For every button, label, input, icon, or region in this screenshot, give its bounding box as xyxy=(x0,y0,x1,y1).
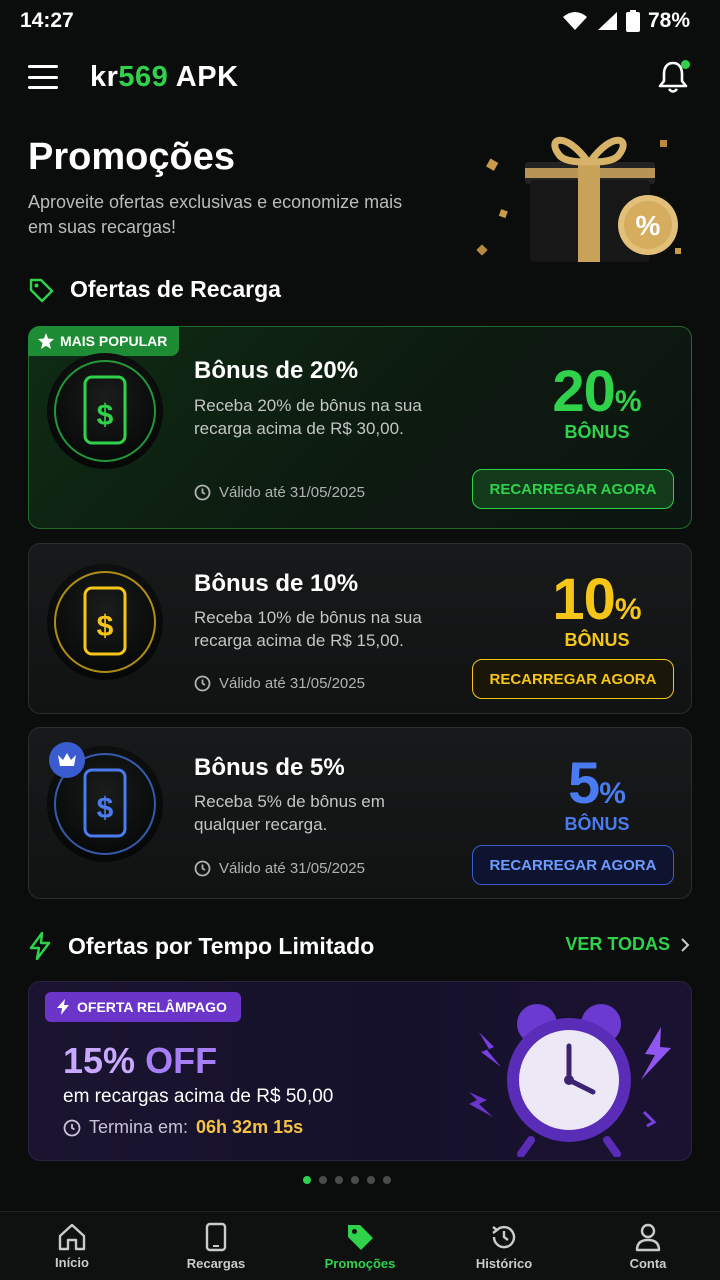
carousel-dot[interactable] xyxy=(319,1176,327,1184)
bonus-label: BÔNUS xyxy=(564,630,630,650)
bonus-label: BÔNUS xyxy=(564,814,630,834)
popular-badge: MAIS POPULAR xyxy=(28,326,180,356)
home-icon xyxy=(58,1223,86,1250)
offer-card-10: $ Bônus de 10% Receba 10% de bônus na su… xyxy=(28,543,692,714)
brand-suffix: APK xyxy=(168,60,239,93)
limited-offers-heading: Ofertas por Tempo Limitado xyxy=(28,932,374,960)
lightning-icon xyxy=(29,932,51,960)
percentage-value: 10 xyxy=(552,567,616,632)
user-icon xyxy=(635,1223,661,1251)
carousel-dot[interactable] xyxy=(367,1176,375,1184)
battery-icon xyxy=(625,10,640,32)
notifications-button[interactable] xyxy=(658,60,690,94)
recharge-now-button[interactable]: RECARREGAR AGORA xyxy=(472,659,674,699)
svg-text:$: $ xyxy=(97,610,114,643)
tag-icon xyxy=(29,278,54,302)
carousel-dot[interactable] xyxy=(351,1176,359,1184)
offer-percentage: 20% BÔNUS xyxy=(497,363,697,443)
status-bar: 14:27 78% xyxy=(0,0,720,42)
flash-description: em recargas acima de R$ 50,00 xyxy=(63,1086,334,1107)
carousel-dot[interactable] xyxy=(335,1176,343,1184)
offer-title: Bônus de 5% xyxy=(194,754,345,781)
clock-icon xyxy=(63,1119,81,1136)
battery-level: 78% xyxy=(647,9,690,32)
page-subtitle: Aproveite ofertas exclusivas e economize… xyxy=(28,192,403,237)
flash-timer: Termina em: 06h 32m 15s xyxy=(63,1117,303,1138)
offer-card-5: $ Bônus de 5% Receba 5% de bônus em qual… xyxy=(28,727,692,899)
carousel-dots xyxy=(303,1176,391,1184)
carousel-dot[interactable] xyxy=(303,1176,311,1184)
offer-description: Receba 10% de bônus na sua recarga acima… xyxy=(194,608,422,650)
star-icon xyxy=(38,333,54,349)
recharge-now-button[interactable]: RECARREGAR AGORA xyxy=(472,469,674,509)
history-icon xyxy=(492,1225,516,1248)
phone-dollar-icon: $ xyxy=(47,564,163,680)
nav-item-inicio[interactable]: Início xyxy=(0,1223,144,1270)
percentage-value: 20 xyxy=(552,359,616,424)
phone-icon xyxy=(205,1222,227,1251)
notification-dot xyxy=(681,60,690,69)
nav-item-conta[interactable]: Conta xyxy=(576,1222,720,1271)
offer-validity: Válido até 31/05/2025 xyxy=(194,484,365,501)
app-header: kr569 APK xyxy=(0,48,720,106)
status-icons: 78% xyxy=(562,9,690,33)
signal-icon xyxy=(597,12,617,30)
clock-icon xyxy=(194,860,211,877)
recharge-offers-title: Ofertas de Recarga xyxy=(70,276,281,302)
crown-icon xyxy=(49,742,85,778)
offer-description: Receba 20% de bônus na sua recarga acima… xyxy=(194,396,422,438)
percentage-value: 5 xyxy=(568,751,600,816)
offer-validity: Válido até 31/05/2025 xyxy=(194,860,365,877)
nav-item-promocoes[interactable]: Promoções xyxy=(288,1222,432,1271)
status-time: 14:27 xyxy=(20,9,74,32)
brand-prefix: kr xyxy=(90,60,119,93)
tag-icon xyxy=(348,1224,373,1250)
offer-title: Bônus de 20% xyxy=(194,357,359,384)
offer-title: Bônus de 10% xyxy=(194,570,359,597)
recharge-now-button[interactable]: RECARREGAR AGORA xyxy=(472,845,674,885)
offer-percentage: 10% BÔNUS xyxy=(497,571,697,651)
lightning-icon xyxy=(57,999,69,1015)
phone-dollar-icon: $ xyxy=(47,353,163,469)
bonus-label: BÔNUS xyxy=(564,422,630,442)
offer-description: Receba 5% de bônus em qualquer recarga. xyxy=(194,792,385,834)
flash-discount: 15% OFF xyxy=(63,1040,218,1081)
brand-logo: kr569 APK xyxy=(90,61,239,94)
see-all-link[interactable]: VER TODAS xyxy=(565,934,690,955)
svg-text:$: $ xyxy=(97,792,114,825)
clock-icon xyxy=(194,484,211,501)
brand-number: 569 xyxy=(118,60,169,93)
bottom-navigation: Início Recargas Promoções Histórico Cont… xyxy=(0,1211,720,1280)
offer-validity: Válido até 31/05/2025 xyxy=(194,675,365,692)
svg-text:$: $ xyxy=(97,399,114,432)
svg-text:%: % xyxy=(636,210,661,241)
flash-badge: OFERTA RELÂMPAGO xyxy=(45,992,241,1022)
flash-offer-card[interactable]: OFERTA RELÂMPAGO 15% OFF em recargas aci… xyxy=(28,981,692,1161)
nav-item-historico[interactable]: Histórico xyxy=(432,1222,576,1271)
nav-item-recargas[interactable]: Recargas xyxy=(144,1222,288,1271)
offer-card-20: MAIS POPULAR $ Bônus de 20% Receba 20% d… xyxy=(28,326,692,529)
clock-icon xyxy=(194,675,211,692)
limited-offers-title: Ofertas por Tempo Limitado xyxy=(68,932,375,959)
timer-countdown: 06h 32m 15s xyxy=(196,1117,304,1137)
gift-illustration: % xyxy=(476,136,681,262)
page-title: Promoções xyxy=(28,136,235,178)
alarm-clock-illustration xyxy=(469,1004,671,1157)
wifi-icon xyxy=(562,12,587,30)
recharge-offers-heading: Ofertas de Recarga xyxy=(28,276,281,303)
offer-percentage: 5% BÔNUS xyxy=(497,755,697,835)
menu-icon[interactable] xyxy=(28,65,58,89)
carousel-dot[interactable] xyxy=(383,1176,391,1184)
chevron-right-icon xyxy=(681,937,690,952)
